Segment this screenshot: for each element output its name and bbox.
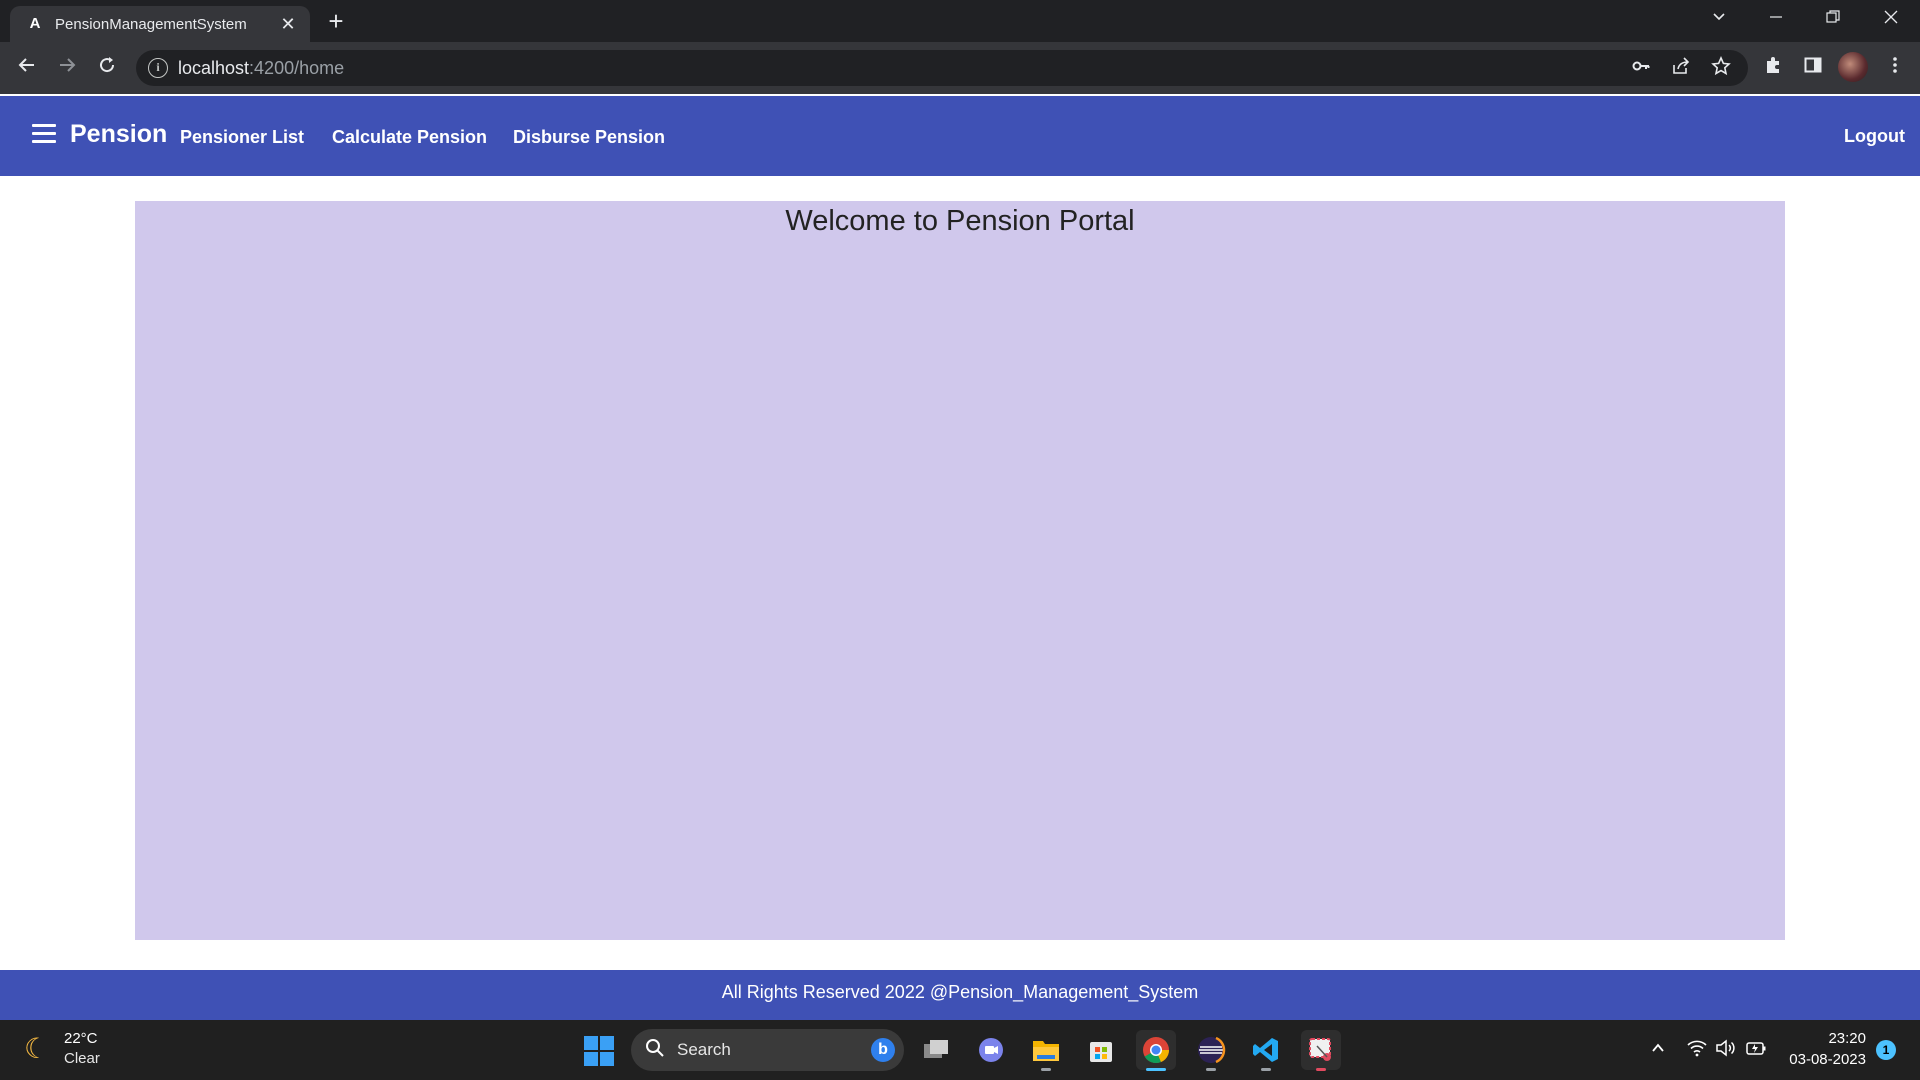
site-info-icon[interactable]: i <box>148 58 168 78</box>
weather-temperature[interactable]: 22°C <box>64 1030 98 1047</box>
back-button[interactable] <box>12 54 42 84</box>
clock-time[interactable]: 23:20 <box>1828 1030 1866 1047</box>
app-header: Pension Pensioner List Calculate Pension… <box>0 96 1920 176</box>
brand-title[interactable]: Pension <box>70 120 167 149</box>
address-bar[interactable]: i localhost:4200/home <box>136 50 1748 86</box>
eclipse-ide-icon[interactable] <box>1191 1030 1231 1071</box>
windows-start-icon[interactable] <box>584 1036 614 1066</box>
moon-weather-icon[interactable]: ☾ <box>24 1034 54 1064</box>
profile-avatar[interactable] <box>1838 52 1868 82</box>
side-panel-icon[interactable] <box>1798 54 1828 84</box>
file-explorer-icon[interactable] <box>1026 1030 1066 1071</box>
chrome-menu-icon[interactable] <box>1880 54 1910 84</box>
app-footer: All Rights Reserved 2022 @Pension_Manage… <box>0 970 1920 1020</box>
running-indicator <box>1316 1068 1326 1071</box>
nav-pensioner-list[interactable]: Pensioner List <box>180 127 304 148</box>
tab-search-icon[interactable] <box>1696 4 1742 36</box>
extensions-puzzle-icon[interactable] <box>1758 54 1788 84</box>
notification-badge[interactable]: 1 <box>1876 1040 1896 1060</box>
volume-icon[interactable] <box>1714 1038 1738 1062</box>
logout-button[interactable]: Logout <box>1844 126 1905 147</box>
chrome-taskbar-icon[interactable] <box>1136 1030 1176 1071</box>
taskbar-search[interactable]: Search b <box>631 1029 904 1071</box>
url-text[interactable]: localhost:4200/home <box>178 58 344 79</box>
microsoft-store-icon[interactable] <box>1081 1030 1121 1070</box>
minimize-button[interactable] <box>1753 4 1799 36</box>
close-window-button[interactable] <box>1868 4 1914 36</box>
welcome-heading: Welcome to Pension Portal <box>785 205 1135 237</box>
wifi-icon[interactable] <box>1685 1038 1709 1062</box>
hamburger-menu-icon[interactable] <box>32 124 58 146</box>
angular-favicon-icon: A <box>29 15 41 32</box>
search-label: Search <box>677 1040 731 1059</box>
task-view-icon[interactable] <box>916 1030 956 1070</box>
chevron-up-icon[interactable] <box>1646 1038 1670 1062</box>
running-indicator <box>1206 1068 1216 1071</box>
teams-chat-icon[interactable] <box>971 1030 1011 1070</box>
tab-title: PensionManagementSystem <box>55 16 247 33</box>
forward-button[interactable] <box>52 54 82 84</box>
nav-disburse-pension[interactable]: Disburse Pension <box>513 127 665 148</box>
running-indicator <box>1041 1068 1051 1071</box>
search-icon <box>645 1038 665 1058</box>
running-indicator <box>1261 1068 1271 1071</box>
weather-description[interactable]: Clear <box>64 1050 100 1067</box>
vscode-icon[interactable] <box>1246 1030 1286 1071</box>
battery-charging-icon[interactable] <box>1744 1038 1768 1062</box>
running-indicator-focused <box>1146 1068 1166 1071</box>
url-host: localhost <box>178 58 250 78</box>
reload-button[interactable] <box>92 54 122 84</box>
snipping-tool-icon[interactable] <box>1301 1030 1341 1071</box>
nav-calculate-pension[interactable]: Calculate Pension <box>332 127 487 148</box>
clock-date[interactable]: 03-08-2023 <box>1789 1051 1866 1068</box>
bookmark-star-icon[interactable] <box>1708 56 1734 82</box>
url-path: :4200/home <box>249 58 345 78</box>
restore-button[interactable] <box>1810 4 1856 36</box>
welcome-panel: Welcome to Pension Portal <box>135 201 1785 940</box>
share-icon[interactable] <box>1668 56 1694 82</box>
new-tab-button[interactable]: + <box>322 8 350 36</box>
browser-tab[interactable]: A PensionManagementSystem ✕ <box>10 6 310 42</box>
footer-copyright: All Rights Reserved 2022 @Pension_Manage… <box>721 982 1199 1002</box>
password-key-icon[interactable] <box>1628 56 1654 82</box>
browser-tab-strip: A PensionManagementSystem ✕ + <box>0 0 1920 42</box>
windows-taskbar: ☾ 22°C Clear Search b 23:20 03-08-2023 1 <box>0 1020 1920 1080</box>
tab-close-icon[interactable]: ✕ <box>278 14 298 34</box>
browser-toolbar: i localhost:4200/home <box>0 42 1920 94</box>
bing-icon[interactable]: b <box>871 1038 895 1062</box>
